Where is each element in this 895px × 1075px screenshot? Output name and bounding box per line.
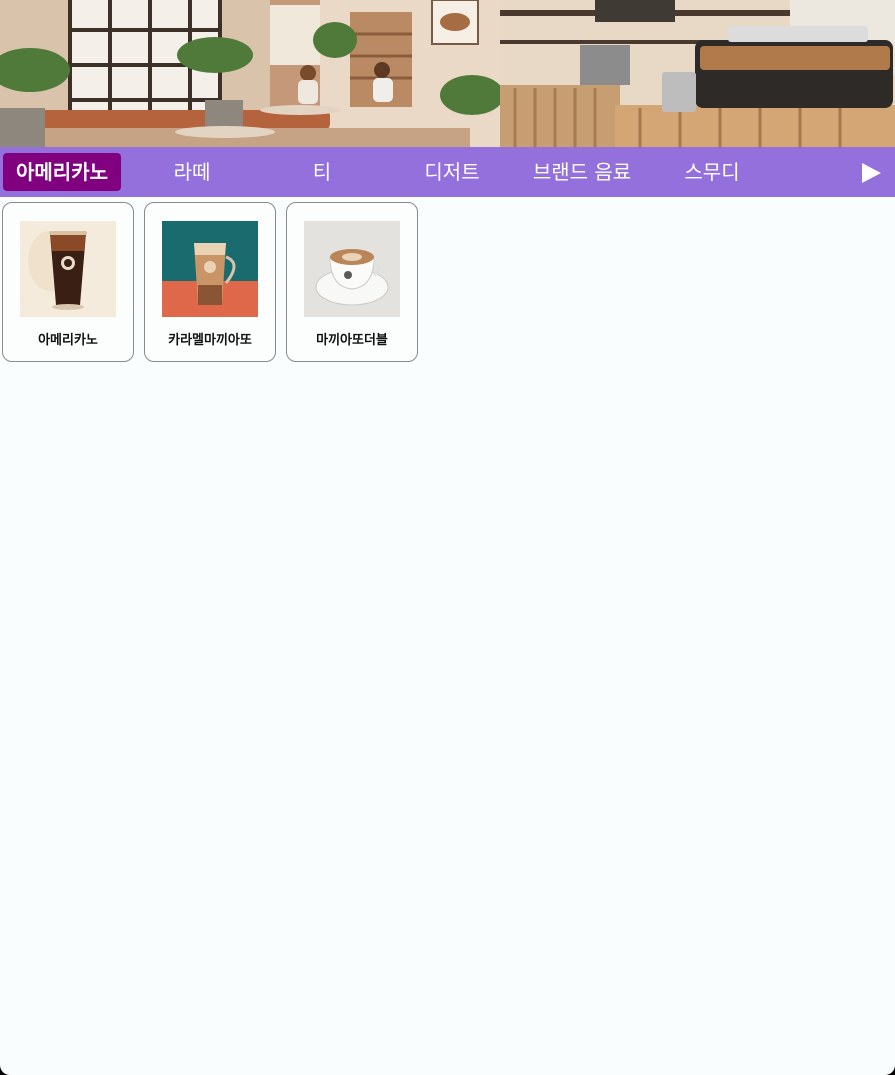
category-tab-brand-drinks[interactable]: 브랜드 음료 bbox=[518, 153, 646, 191]
kiosk-app: 아메리카노 라떼 티 디저트 브랜드 음료 스무디 아메리카노 카라멜마끼아또 … bbox=[0, 0, 895, 1075]
product-name: 마끼아또더블 bbox=[316, 333, 388, 348]
product-card-americano[interactable]: 아메리카노 bbox=[2, 202, 134, 362]
caramel-macchiato-glass-image bbox=[162, 221, 258, 317]
category-tab-dessert[interactable]: 디저트 bbox=[392, 153, 512, 191]
play-arrow-icon[interactable] bbox=[862, 163, 881, 183]
category-bar: 아메리카노 라떼 티 디저트 브랜드 음료 스무디 bbox=[0, 147, 895, 197]
category-tab-latte[interactable]: 라떼 bbox=[132, 153, 252, 191]
product-name: 카라멜마끼아또 bbox=[168, 333, 252, 348]
category-tab-smoothie[interactable]: 스무디 bbox=[652, 153, 772, 191]
product-card-caramel-macchiato[interactable]: 카라멜마끼아또 bbox=[144, 202, 276, 362]
macchiato-cup-on-saucer-image bbox=[304, 221, 400, 317]
product-card-macchiato-double[interactable]: 마끼아또더블 bbox=[286, 202, 418, 362]
cafe-banner-image bbox=[0, 0, 895, 147]
category-tab-americano[interactable]: 아메리카노 bbox=[3, 153, 121, 191]
iced-americano-cup-image bbox=[20, 221, 116, 317]
product-name: 아메리카노 bbox=[38, 333, 98, 348]
category-tab-tea[interactable]: 티 bbox=[262, 153, 382, 191]
